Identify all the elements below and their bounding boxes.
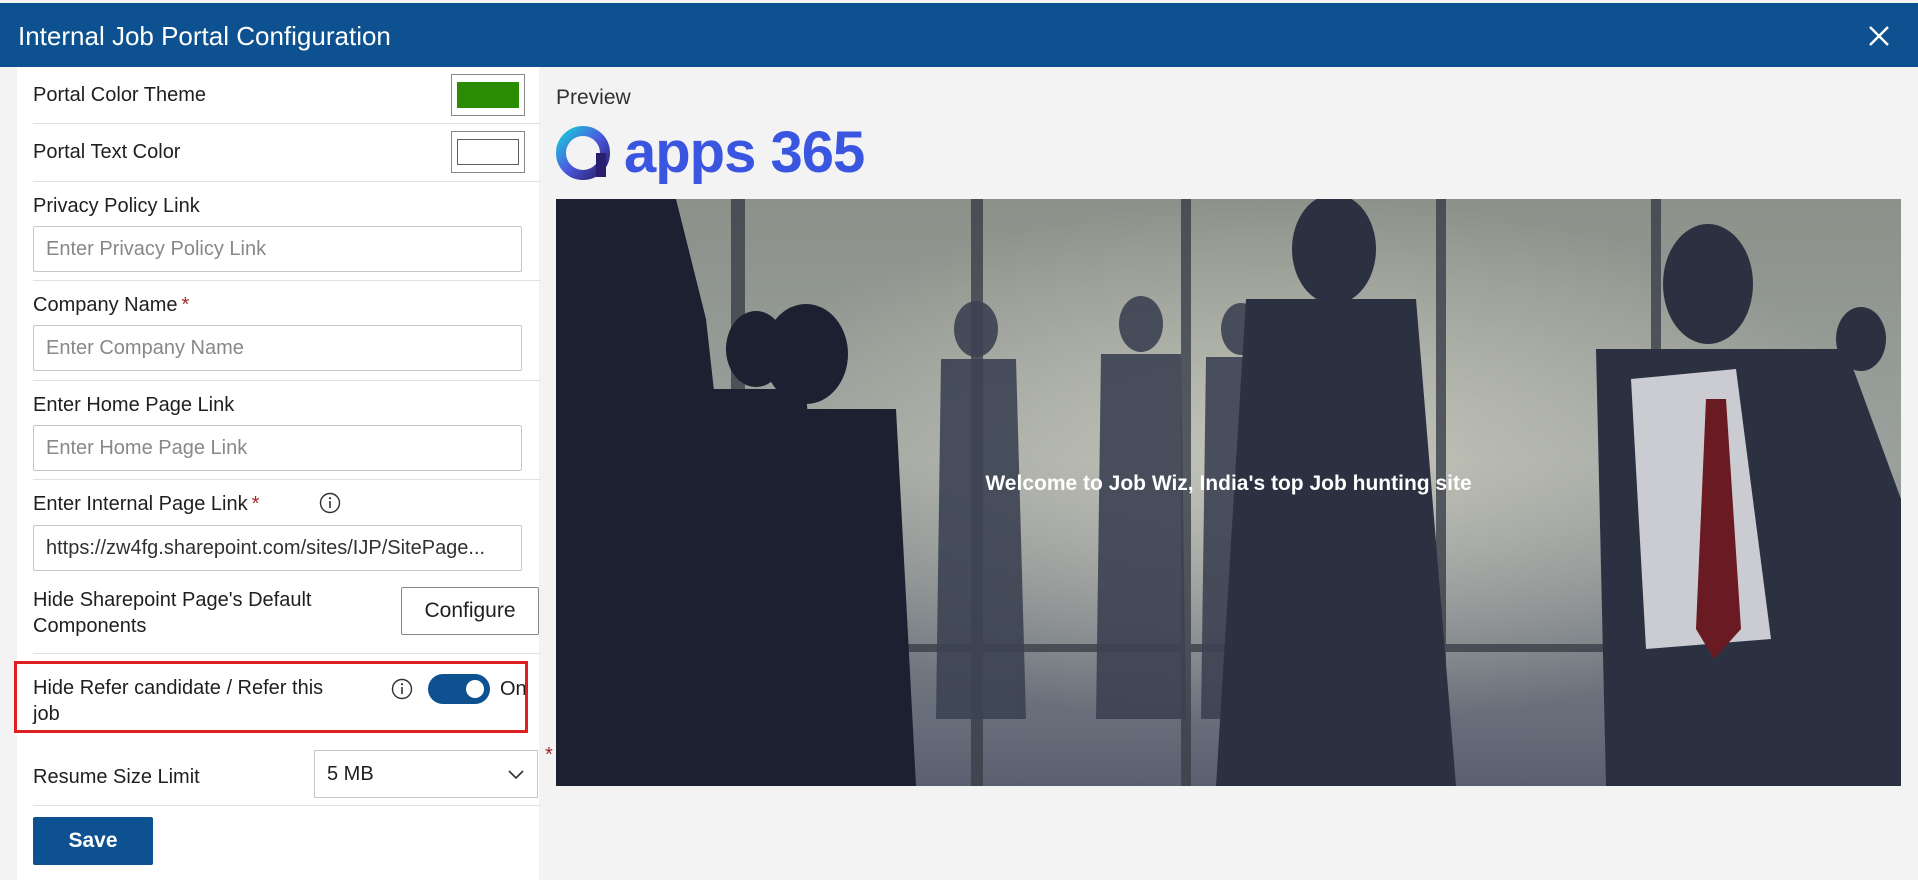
close-icon: [1869, 26, 1889, 46]
save-button[interactable]: Save: [33, 817, 153, 865]
configure-button[interactable]: Configure: [401, 587, 539, 635]
chevron-down-icon: [508, 770, 524, 780]
resume-size-label: Resume Size Limit: [33, 766, 200, 788]
portal-color-theme-swatch: [457, 82, 519, 108]
portal-color-theme-picker[interactable]: [451, 74, 525, 116]
internal-page-label: Enter Internal Page Link *: [33, 493, 260, 515]
portal-text-color-row: Portal Text Color: [33, 123, 540, 182]
portal-text-color-label: Portal Text Color: [33, 141, 181, 163]
portal-color-theme-label: Portal Color Theme: [33, 84, 207, 106]
privacy-policy-label: Privacy Policy Link: [33, 195, 200, 217]
dialog-header: Internal Job Portal Configuration: [0, 3, 1918, 67]
company-name-label: Company Name *: [33, 294, 190, 316]
apps365-logo: apps 365: [556, 120, 865, 185]
privacy-policy-input[interactable]: [33, 226, 522, 272]
settings-panel: Portal Color Theme Portal Text Color Pri…: [17, 67, 553, 880]
portal-text-color-picker[interactable]: [451, 131, 525, 173]
home-page-label: Enter Home Page Link: [33, 394, 235, 416]
internal-page-input[interactable]: [33, 525, 522, 571]
hide-sharepoint-label: Hide Sharepoint Page's Default Component…: [33, 589, 312, 637]
company-name-row: Company Name *: [33, 280, 540, 381]
highlight-box: [14, 661, 528, 733]
apps365-logo-icon: [556, 126, 610, 180]
dialog-title: Internal Job Portal Configuration: [18, 21, 391, 51]
required-marker: *: [251, 493, 260, 515]
banner-welcome-text: Welcome to Job Wiz, India's top Job hunt…: [985, 472, 1472, 495]
portal-text-color-swatch: [457, 139, 519, 165]
internal-page-row: Enter Internal Page Link* Hide Sharepoin…: [33, 479, 540, 654]
company-name-input[interactable]: [33, 325, 522, 371]
apps365-logo-text: apps 365: [624, 120, 865, 185]
home-page-input[interactable]: [33, 425, 522, 471]
required-marker: *: [545, 744, 553, 766]
required-marker: *: [181, 294, 190, 316]
resume-size-row: Resume Size Limit 5 MB *: [33, 744, 553, 806]
close-button[interactable]: [1862, 19, 1896, 53]
preview-label: Preview: [556, 86, 631, 109]
resume-size-dropdown[interactable]: 5 MB: [314, 750, 538, 798]
config-dialog: Internal Job Portal Configuration Portal…: [0, 0, 1918, 880]
privacy-policy-row: Privacy Policy Link: [33, 181, 540, 281]
info-icon[interactable]: [319, 492, 341, 514]
home-page-row: Enter Home Page Link: [33, 380, 540, 480]
preview-banner: Welcome to Job Wiz, India's top Job hunt…: [556, 199, 1901, 786]
resume-size-value: 5 MB: [327, 762, 374, 785]
portal-color-theme-row: Portal Color Theme: [33, 67, 540, 124]
